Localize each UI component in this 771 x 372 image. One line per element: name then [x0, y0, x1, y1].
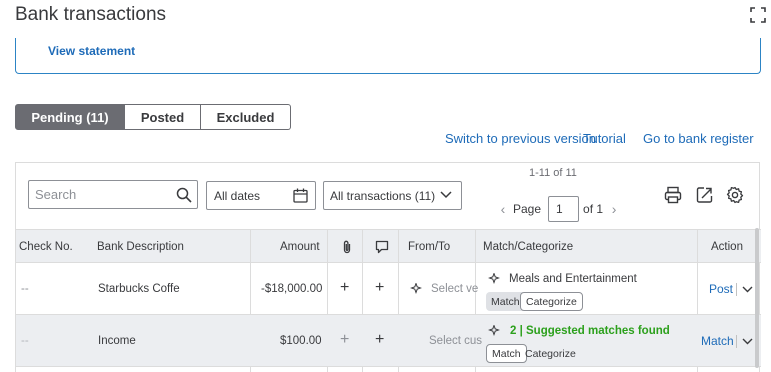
table-header: Check No. Bank Description Amount From/T… — [16, 229, 761, 263]
from-to-select[interactable]: Select ve — [431, 283, 478, 295]
print-icon[interactable] — [664, 186, 682, 204]
amount: -$18,000.00 — [261, 283, 323, 295]
amount: $100.00 — [280, 335, 322, 347]
table-row[interactable]: -- Income $100.00 + + Select cus 2 | Sug… — [16, 315, 761, 367]
previous-page-icon[interactable]: ‹ — [496, 201, 510, 217]
sparkle-icon — [488, 325, 500, 336]
date-filter[interactable]: All dates — [206, 181, 316, 210]
add-attachment-button[interactable]: + — [340, 279, 349, 297]
from-to-select[interactable]: Select cus — [429, 335, 482, 347]
add-attachment-button[interactable]: + — [340, 331, 349, 349]
search-icon[interactable] — [176, 187, 192, 203]
comment-icon — [375, 240, 389, 253]
tab-excluded[interactable]: Excluded — [201, 104, 291, 130]
gear-icon[interactable] — [726, 186, 744, 204]
page-number-input[interactable] — [548, 196, 580, 222]
transaction-type-label: All transactions (11) — [330, 189, 436, 203]
calendar-icon — [293, 188, 308, 203]
chevron-down-icon[interactable] — [742, 286, 753, 293]
add-comment-button[interactable]: + — [375, 331, 384, 349]
col-from-to: From/To — [408, 240, 451, 253]
page-total: of 1 — [583, 202, 604, 216]
search-box — [28, 180, 198, 209]
page-label: Page — [513, 202, 542, 216]
switch-version-link[interactable]: Switch to previous version — [445, 131, 596, 146]
post-button[interactable]: Post — [709, 282, 733, 296]
check-number: -- — [21, 335, 29, 347]
view-statement-link[interactable]: View statement — [48, 44, 135, 58]
add-comment-button[interactable]: + — [375, 279, 384, 297]
col-amount: Amount — [280, 240, 320, 253]
suggested-matches[interactable]: 2 | Suggested matches found — [510, 325, 670, 337]
match-button[interactable]: Match — [486, 292, 525, 311]
tab-posted[interactable]: Posted — [125, 104, 201, 130]
col-check-no: Check No. — [19, 240, 73, 253]
match-action-button[interactable]: Match — [701, 334, 734, 348]
tutorial-link[interactable]: Tutorial — [583, 131, 626, 146]
col-action: Action — [711, 240, 743, 253]
attachment-icon — [343, 240, 351, 253]
page-title: Bank transactions — [15, 4, 167, 25]
chevron-down-icon — [440, 191, 452, 199]
status-tabs: Pending (11) Posted Excluded — [15, 104, 291, 130]
bank-register-link[interactable]: Go to bank register — [643, 131, 754, 146]
chevron-down-icon[interactable] — [742, 338, 753, 345]
col-match-categorize: Match/Categorize — [483, 240, 574, 253]
pagination: ‹ Page of 1 › — [496, 196, 621, 222]
statement-card: View statement — [15, 38, 761, 74]
date-filter-label: All dates — [214, 189, 261, 203]
categorize-button[interactable]: Categorize — [520, 292, 583, 311]
transaction-type-select[interactable]: All transactions (11) — [323, 181, 462, 210]
expand-icon[interactable] — [750, 7, 766, 23]
table-row[interactable]: -- Starbucks Coffe -$18,000.00 + + Selec… — [16, 263, 761, 315]
col-attachment[interactable] — [341, 230, 353, 263]
sparkle-icon — [410, 283, 422, 294]
category-suggestion[interactable]: Meals and Entertainment — [509, 273, 637, 285]
check-number: -- — [21, 283, 29, 295]
export-icon[interactable] — [696, 186, 714, 204]
action-divider — [736, 335, 737, 348]
transactions-panel: All dates All transactions (11) 1-11 of … — [15, 162, 761, 372]
col-bank-description: Bank Description — [97, 240, 184, 253]
sparkle-icon — [488, 273, 500, 284]
scrollbar[interactable] — [755, 228, 759, 368]
tab-pending[interactable]: Pending (11) — [15, 104, 125, 130]
pagination-range: 1-11 of 11 — [529, 167, 577, 179]
next-page-icon[interactable]: › — [607, 201, 621, 217]
col-comment[interactable] — [375, 230, 389, 263]
bank-description: Income — [98, 335, 136, 347]
search-input[interactable] — [29, 181, 174, 208]
categorize-button[interactable]: Categorize — [520, 344, 581, 363]
action-divider — [736, 283, 737, 296]
bank-description: Starbucks Coffe — [98, 283, 180, 295]
